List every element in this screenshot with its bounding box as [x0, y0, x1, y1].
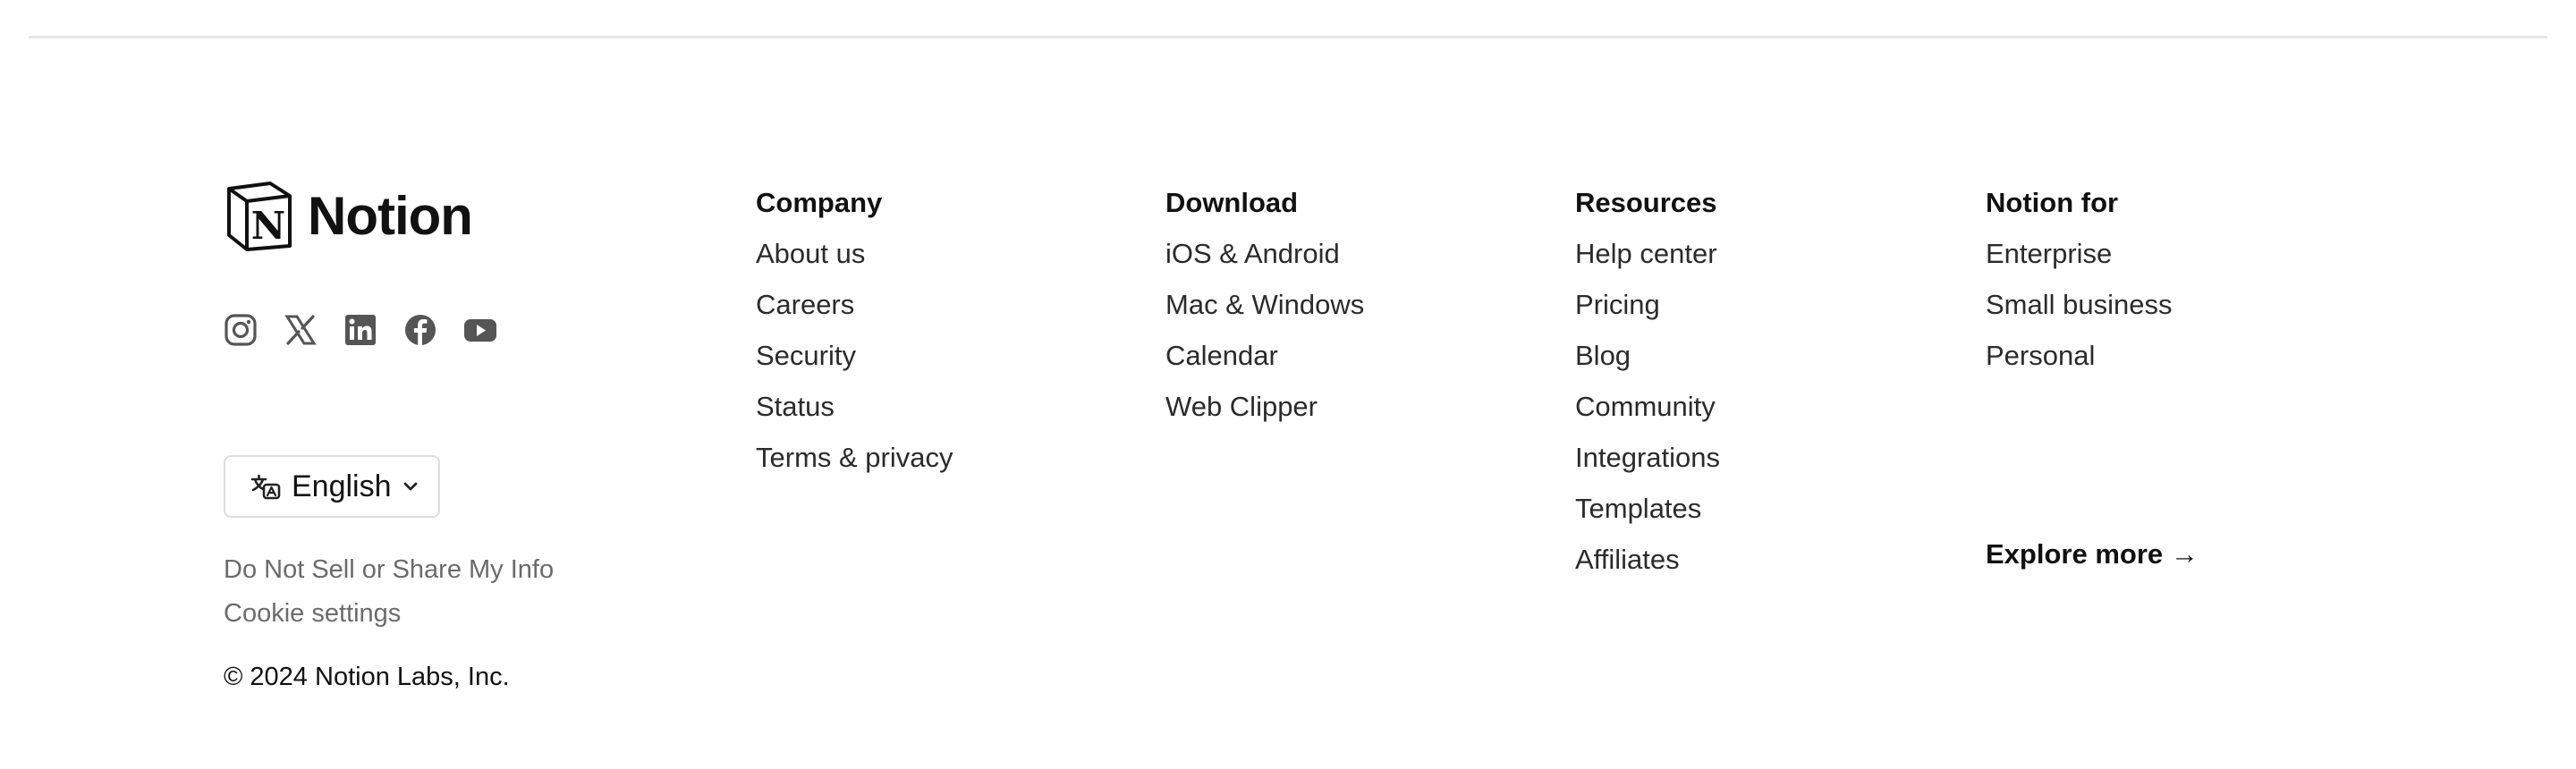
translate-icon — [250, 474, 281, 500]
column-title: Download — [1165, 187, 1299, 218]
language-label: English — [292, 469, 392, 503]
footer-link[interactable]: Community — [1575, 389, 1720, 425]
instagram-icon[interactable] — [224, 313, 258, 347]
language-selector[interactable]: English — [224, 455, 440, 518]
footer-link[interactable]: Calendar — [1165, 338, 1364, 374]
footer-column-resources: Resources Help center Pricing Blog Commu… — [1575, 185, 1720, 578]
notion-cube-icon: N — [227, 182, 292, 251]
footer-link[interactable]: Templates — [1575, 491, 1720, 527]
top-divider — [29, 36, 2547, 38]
footer-column-notion-for: Notion for Enterprise Small business Per… — [1986, 185, 2172, 374]
footer-link[interactable]: Integrations — [1575, 440, 1720, 476]
footer-link[interactable]: About us — [756, 236, 953, 272]
footer-link[interactable]: iOS & Android — [1165, 236, 1364, 272]
footer-link[interactable]: Mac & Windows — [1165, 287, 1364, 323]
footer-link[interactable]: Affiliates — [1575, 542, 1720, 578]
footer-column-company: Company About us Careers Security Status… — [756, 185, 953, 476]
footer-link[interactable]: Pricing — [1575, 287, 1720, 323]
facebook-icon[interactable] — [403, 313, 437, 347]
footer-link[interactable]: Security — [756, 338, 953, 374]
x-twitter-icon[interactable] — [284, 313, 318, 347]
footer-column-download: Download iOS & Android Mac & Windows Cal… — [1165, 185, 1364, 425]
column-title: Company — [756, 187, 883, 218]
svg-text:N: N — [251, 204, 285, 248]
footer-link[interactable]: Enterprise — [1986, 236, 2172, 272]
linkedin-icon[interactable] — [343, 313, 377, 347]
footer-link[interactable]: Terms & privacy — [756, 440, 953, 476]
notion-logo[interactable]: N Notion — [224, 179, 599, 252]
brand-name: Notion — [308, 185, 473, 246]
footer: N Notion English Do Not Sell or Share My… — [0, 0, 2576, 769]
footer-link[interactable]: Help center — [1575, 236, 1720, 272]
footer-link[interactable]: Small business — [1986, 287, 2172, 323]
footer-link[interactable]: Personal — [1986, 338, 2172, 374]
column-title: Notion for — [1986, 187, 2119, 218]
footer-link[interactable]: Blog — [1575, 338, 1720, 374]
do-not-sell-link[interactable]: Do Not Sell or Share My Info — [224, 555, 554, 585]
chevron-down-icon — [403, 482, 417, 491]
copyright: © 2024 Notion Labs, Inc. — [224, 663, 510, 691]
youtube-icon[interactable] — [463, 313, 497, 347]
cookie-settings-link[interactable]: Cookie settings — [224, 599, 401, 629]
column-title: Resources — [1575, 187, 1717, 218]
brand-column: N Notion English Do Not Sell or Share My… — [224, 179, 599, 691]
footer-link[interactable]: Status — [756, 389, 953, 425]
footer-link[interactable]: Careers — [756, 287, 953, 323]
explore-more-link[interactable]: Explore more → — [1986, 538, 2199, 570]
social-links — [224, 313, 523, 347]
footer-link[interactable]: Web Clipper — [1165, 389, 1364, 425]
